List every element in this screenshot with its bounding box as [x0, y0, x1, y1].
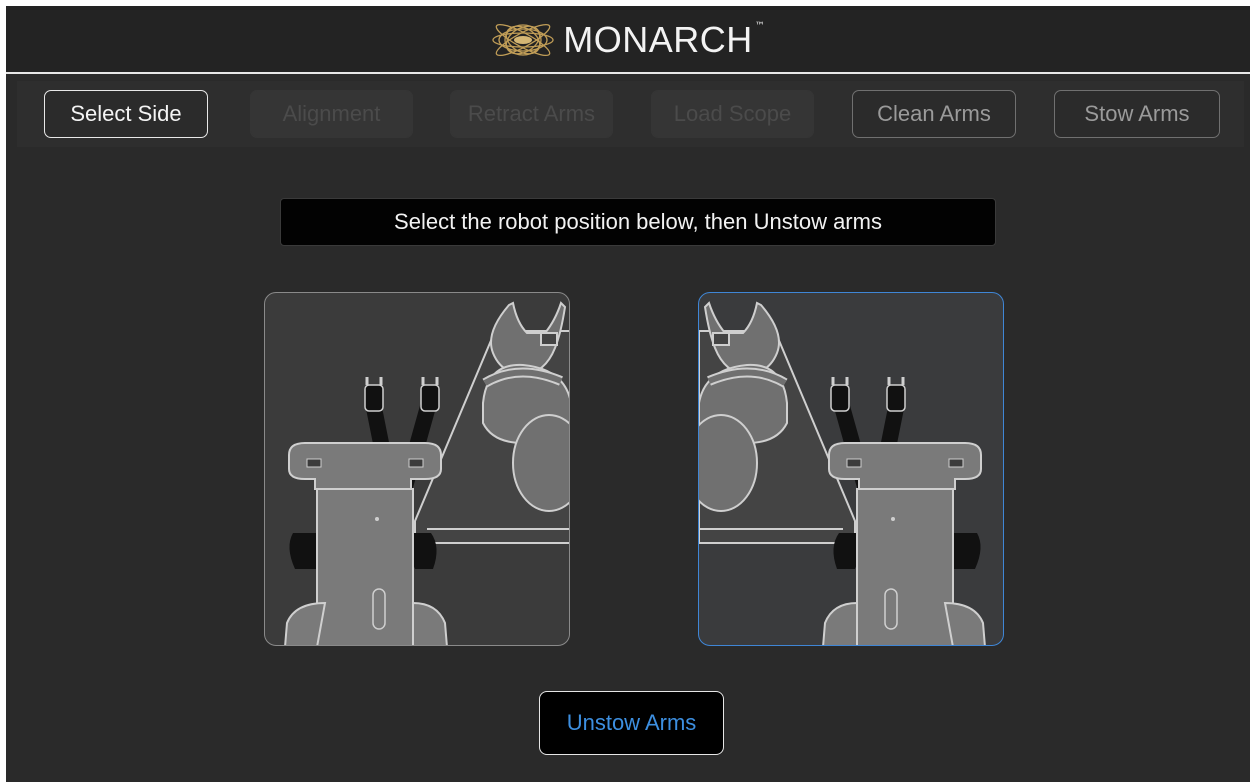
- workflow-tabs: Select Side Alignment Retract Arms Load …: [17, 81, 1244, 147]
- tab-clean-arms[interactable]: Clean Arms: [852, 90, 1016, 138]
- instruction-banner: Select the robot position below, then Un…: [280, 198, 996, 246]
- unstow-arms-button[interactable]: Unstow Arms: [539, 691, 724, 755]
- brand: MONARCH ™: [491, 19, 765, 61]
- trademark-mark: ™: [754, 20, 765, 32]
- header-divider: [6, 72, 1250, 74]
- tab-stow-arms[interactable]: Stow Arms: [1054, 90, 1220, 138]
- app-title: MONARCH: [563, 19, 753, 60]
- robot-position-right-icon: [699, 301, 986, 645]
- tab-retract-arms: Retract Arms: [450, 90, 613, 138]
- tab-select-side[interactable]: Select Side: [44, 90, 208, 138]
- app-header: MONARCH ™: [6, 6, 1250, 72]
- app-window: MONARCH ™ Select Side Alignment Retract …: [6, 6, 1250, 782]
- tab-alignment: Alignment: [250, 90, 413, 138]
- tab-load-scope: Load Scope: [651, 90, 814, 138]
- position-card-right[interactable]: [698, 292, 1004, 646]
- robot-position-left-icon: [284, 301, 569, 645]
- monarch-logo-icon: [492, 23, 554, 57]
- position-card-left[interactable]: [264, 292, 570, 646]
